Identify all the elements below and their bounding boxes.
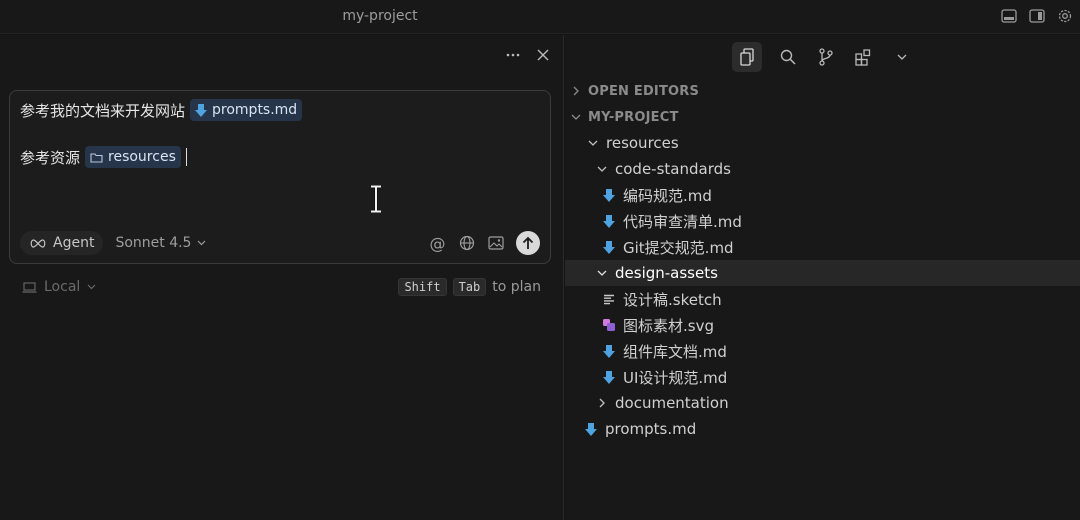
more-actions-icon[interactable] — [505, 47, 521, 63]
source-control-icon[interactable] — [814, 45, 838, 69]
project-section[interactable]: MY-PROJECT — [571, 105, 679, 129]
tab-key: Tab — [452, 278, 487, 296]
text-caret — [185, 148, 187, 166]
tree-folder-documentation[interactable]: documentation — [565, 390, 1080, 416]
title-bar: my-project — [0, 0, 1080, 34]
explorer-panel: OPEN EDITORS MY-PROJECT resources code-s… — [565, 35, 1080, 520]
chevron-down-icon — [571, 114, 581, 120]
file-mention-chip[interactable]: prompts.md — [190, 99, 303, 121]
window-title: my-project — [342, 8, 418, 24]
tree-label: UI设计规范.md — [623, 368, 728, 387]
tree-label: Git提交规范.md — [623, 238, 734, 257]
tree-label: prompts.md — [605, 420, 697, 438]
image-attach-icon[interactable] — [487, 235, 504, 252]
folder-mention-label: resources — [108, 149, 176, 165]
send-button[interactable] — [516, 231, 540, 255]
web-globe-icon[interactable] — [458, 235, 475, 252]
mention-at-icon[interactable]: @ — [429, 234, 446, 253]
tree-file[interactable]: 设计稿.sketch — [565, 286, 1080, 312]
hint-text: to plan — [492, 279, 541, 295]
tree-file[interactable]: Git提交规范.md — [565, 234, 1080, 260]
tree-label: 编码规范.md — [623, 186, 712, 205]
markdown-file-icon — [601, 343, 617, 359]
text-lines-icon — [601, 291, 617, 307]
infinity-icon — [30, 238, 46, 248]
toggle-sidebar-icon[interactable] — [1028, 7, 1046, 25]
arrow-up-icon — [522, 236, 534, 249]
tree-label: 组件库文档.md — [623, 342, 727, 361]
chevron-down-icon — [198, 240, 206, 246]
search-icon[interactable] — [776, 45, 800, 69]
svg-file-icon — [601, 317, 617, 333]
open-editors-section[interactable]: OPEN EDITORS — [571, 79, 699, 103]
mode-selector[interactable]: Agent — [20, 231, 104, 255]
markdown-file-icon — [601, 187, 617, 203]
open-editors-label: OPEN EDITORS — [588, 83, 700, 99]
shift-key: Shift — [398, 278, 447, 296]
explorer-files-icon[interactable] — [731, 42, 762, 72]
tree-label: documentation — [615, 394, 729, 412]
chevron-down-icon — [594, 161, 610, 177]
markdown-file-icon — [601, 213, 617, 229]
chevron-down-icon — [594, 265, 610, 281]
settings-gear-icon[interactable] — [1056, 7, 1074, 25]
folder-icon — [90, 152, 103, 163]
file-mention-label: prompts.md — [212, 102, 298, 118]
toggle-panel-icon[interactable] — [1000, 7, 1018, 25]
chevron-right-icon — [594, 395, 610, 411]
tree-file[interactable]: 组件库文档.md — [565, 338, 1080, 364]
markdown-file-icon — [601, 369, 617, 385]
project-label: MY-PROJECT — [588, 109, 679, 125]
tree-file[interactable]: UI设计规范.md — [565, 364, 1080, 390]
close-icon[interactable] — [535, 47, 551, 63]
environment-label: Local — [44, 279, 81, 295]
extensions-icon[interactable] — [852, 45, 876, 69]
folder-mention-chip[interactable]: resources — [85, 146, 181, 168]
chevron-down-icon[interactable] — [890, 45, 914, 69]
tree-label: design-assets — [615, 264, 718, 282]
tree-file[interactable]: 图标素材.svg — [565, 312, 1080, 338]
mode-label: Agent — [53, 235, 95, 251]
prompt-line-2: 参考资源 — [20, 148, 81, 167]
markdown-file-icon — [195, 103, 208, 117]
tree-label: resources — [606, 134, 679, 152]
prompt-line-1: 参考我的文档来开发网站 — [20, 101, 186, 120]
tree-file[interactable]: 代码审查清单.md — [565, 208, 1080, 234]
text-cursor-icon — [371, 185, 381, 213]
tree-folder-design-assets[interactable]: design-assets — [565, 260, 1080, 286]
model-selector[interactable]: Sonnet 4.5 — [115, 235, 206, 251]
tree-folder-code-standards[interactable]: code-standards — [565, 156, 1080, 182]
chevron-right-icon — [573, 86, 579, 96]
tree-file[interactable]: 编码规范.md — [565, 182, 1080, 208]
markdown-file-icon — [583, 421, 599, 437]
plan-shortcut-hint: Shift Tab to plan — [398, 278, 541, 296]
chat-panel: 参考我的文档来开发网站 prompts.md 参考资源 resources Ag… — [0, 35, 564, 520]
chevron-down-icon — [87, 284, 96, 290]
tree-label: 图标素材.svg — [623, 316, 714, 335]
tree-label: 代码审查清单.md — [623, 212, 742, 231]
markdown-file-icon — [601, 239, 617, 255]
model-label: Sonnet 4.5 — [115, 235, 192, 251]
tree-file[interactable]: prompts.md — [565, 416, 1080, 442]
laptop-icon — [22, 281, 37, 293]
environment-selector[interactable]: Local — [22, 279, 96, 295]
chevron-down-icon — [585, 135, 601, 151]
tree-label: 设计稿.sketch — [623, 290, 722, 309]
tree-label: code-standards — [615, 160, 731, 178]
tree-folder-resources[interactable]: resources — [565, 130, 1080, 156]
prompt-composer[interactable]: 参考我的文档来开发网站 prompts.md 参考资源 resources Ag… — [9, 90, 551, 264]
